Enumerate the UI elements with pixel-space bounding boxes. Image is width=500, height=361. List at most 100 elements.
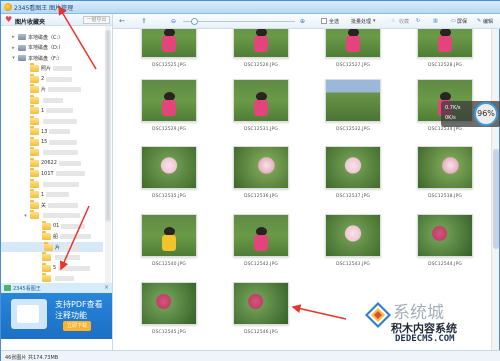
tree-folder-node[interactable]: 片: [23, 84, 82, 95]
tree-folder-node[interactable]: [35, 252, 80, 263]
photo-caption: DSC12528.JPG: [428, 63, 462, 68]
tree-folder-node[interactable]: 1: [23, 105, 74, 116]
chevron-right-icon[interactable]: ▸: [11, 45, 16, 51]
photo-thumbnail[interactable]: [325, 146, 381, 189]
zoom-slider-knob[interactable]: [191, 18, 198, 25]
tree-node-label: 本地磁盘（F:）: [28, 55, 63, 62]
photo-item[interactable]: DSC12545.JPG: [133, 282, 205, 335]
tree-folder-node[interactable]: ▾: [23, 210, 80, 221]
photo-item[interactable]: DSC12531.JPG: [225, 79, 297, 132]
rotate-icon[interactable]: ↻: [416, 18, 420, 24]
photo-caption: DSC12545.JPG: [152, 330, 186, 335]
photo-item[interactable]: DSC12538.JPG: [409, 146, 481, 199]
tree-folder-node[interactable]: 船: [35, 231, 92, 242]
grid-scroll-thumb[interactable]: [493, 149, 499, 249]
chevron-right-icon[interactable]: ▸: [11, 34, 16, 40]
promo-panel[interactable]: 2345看图王 × 支持PDF查看 注释功能 立即下载: [1, 283, 112, 339]
tree-folder-node[interactable]: 关: [23, 199, 79, 210]
tree-folder-node[interactable]: 01: [35, 220, 86, 231]
close-icon[interactable]: ×: [104, 284, 109, 291]
tree-folder-node[interactable]: [23, 178, 79, 189]
tree-disk-node[interactable]: ▸ 本地磁盘（D:）: [11, 43, 64, 53]
star-icon[interactable]: ☆: [391, 18, 395, 24]
photo-item[interactable]: DSC12540.JPG: [133, 214, 205, 267]
tree-folder-node[interactable]: [23, 147, 78, 158]
batch-dropdown-icon[interactable]: ▾: [373, 18, 376, 24]
photo-thumbnail[interactable]: [233, 146, 289, 189]
tree-node-label: 船: [53, 234, 59, 240]
tree-folder-node[interactable]: 1: [23, 189, 70, 200]
photo-item[interactable]: DSC12544.JPG: [409, 214, 481, 267]
photo-thumbnail[interactable]: [233, 282, 289, 325]
tree-folder-node[interactable]: 101T: [23, 168, 85, 179]
photo-thumbnail[interactable]: [417, 146, 473, 189]
photo-item[interactable]: DSC12529.JPG: [133, 79, 205, 132]
blurred-label-mask: [55, 171, 85, 176]
tree-disk-node[interactable]: ▾ 本地磁盘（F:）: [11, 53, 62, 63]
photo-item[interactable]: DSC12536.JPG: [225, 146, 297, 199]
delete-icon[interactable]: ▥: [433, 18, 438, 24]
photo-thumbnail[interactable]: [233, 214, 289, 257]
photo-item[interactable]: DSC12528.JPG: [409, 29, 481, 68]
photo-item[interactable]: DSC12525.JPG: [133, 29, 205, 68]
photo-thumbnail[interactable]: [141, 146, 197, 189]
batch-process-menu[interactable]: 批量处理: [351, 18, 371, 25]
blurred-label-mask: [58, 265, 91, 271]
tree-folder-node[interactable]: 20622: [23, 157, 81, 168]
photo-item[interactable]: DSC12526.JPG: [225, 29, 297, 68]
title-bar: 2345看图王 图片管理: [1, 1, 500, 14]
photo-item[interactable]: DSC12546.JPG: [225, 282, 297, 335]
app-window: 2345看图王 图片管理 ♥ 图片收藏夹 一键导出 ▸ 本地磁盘（C:） ▸ 本地磁盘…: [0, 0, 500, 361]
photo-item[interactable]: DSC12542.JPG: [225, 214, 297, 267]
tree-folder-node[interactable]: 2: [23, 73, 73, 84]
blurred-label-mask: [49, 129, 71, 134]
zoom-in-icon[interactable]: ⊕: [300, 18, 305, 25]
photo-item[interactable]: DSC12543.JPG: [317, 214, 389, 267]
zoom-slider[interactable]: [183, 18, 295, 25]
tree-folder-node[interactable]: [23, 94, 63, 105]
left-scroll-thumb[interactable]: [106, 30, 110, 220]
tree-disk-node[interactable]: ▸ 本地磁盘（C:）: [11, 32, 63, 42]
photo-thumbnail[interactable]: [233, 29, 289, 58]
photo-thumbnail[interactable]: [325, 79, 381, 122]
back-arrow-icon[interactable]: ←: [119, 17, 125, 25]
download-button[interactable]: 立即下载: [63, 321, 91, 331]
photo-item[interactable]: DSC12535.JPG: [133, 146, 205, 199]
select-all-label[interactable]: 全选: [329, 18, 339, 25]
chevron-down-icon[interactable]: ▾: [11, 55, 16, 61]
folder-icon: [30, 157, 39, 167]
edit-button[interactable]: 编辑: [483, 18, 493, 25]
photo-thumbnail[interactable]: [141, 79, 197, 122]
select-all-checkbox[interactable]: [321, 18, 327, 24]
zoom-out-icon[interactable]: ⊖: [171, 18, 176, 25]
tree-folder-node[interactable]: 片: [1, 241, 103, 252]
photo-thumbnail[interactable]: [141, 282, 197, 325]
edit-icon[interactable]: ✎: [477, 18, 481, 24]
photo-thumbnail[interactable]: [417, 29, 473, 58]
photo-thumbnail[interactable]: [233, 79, 289, 122]
photo-thumbnail[interactable]: [141, 214, 197, 257]
left-scrollbar[interactable]: [105, 26, 111, 296]
tree-folder-node[interactable]: 13: [23, 126, 71, 137]
screensaver-icon[interactable]: ▭: [451, 18, 456, 24]
promo-app-icon: [4, 285, 11, 291]
tree-folder-node[interactable]: 照片: [23, 63, 73, 74]
tree-folder-node[interactable]: [35, 273, 74, 284]
collect-button[interactable]: 收藏: [399, 18, 409, 25]
disk-icon: [18, 34, 26, 40]
photo-thumbnail[interactable]: [325, 214, 381, 257]
photo-thumbnail[interactable]: [325, 29, 381, 58]
tree-folder-node[interactable]: 5: [35, 262, 91, 273]
photo-item[interactable]: DSC12537.JPG: [317, 146, 389, 199]
tree-folder-node[interactable]: 15: [23, 136, 78, 147]
screensaver-button[interactable]: 屏保: [457, 18, 467, 25]
export-button[interactable]: 一键导出: [83, 16, 110, 24]
photo-thumbnail[interactable]: [417, 214, 473, 257]
tree-folder-node[interactable]: [23, 115, 77, 126]
chevron-down-icon[interactable]: ▾: [23, 213, 28, 219]
export-icon[interactable]: ⇪: [141, 17, 147, 25]
photo-thumbnail[interactable]: [141, 29, 197, 58]
photo-item[interactable]: DSC12532.JPG: [317, 79, 389, 132]
photo-item[interactable]: DSC12527.JPG: [317, 29, 389, 68]
network-speed-widget[interactable]: 0.7K/s 0K/s 96%: [441, 101, 500, 127]
